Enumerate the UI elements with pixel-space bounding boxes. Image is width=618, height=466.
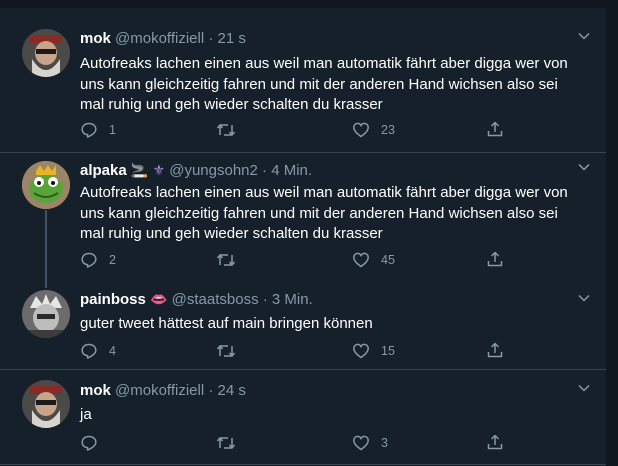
retweet-icon xyxy=(216,124,236,136)
tweet-text: guter tweet hättest auf main bringen kön… xyxy=(80,315,373,332)
display-name[interactable]: mok xyxy=(80,382,111,399)
retweet-button[interactable] xyxy=(216,121,247,139)
tweet-header: painboss 👄 @staatsboss · 3 Min. xyxy=(80,291,313,308)
share-button[interactable] xyxy=(486,433,504,451)
heart-icon xyxy=(353,435,369,451)
tweet-text: Autofreaks lachen einen aus weil man aut… xyxy=(80,184,568,242)
reply-icon xyxy=(81,252,97,268)
separator-dot: · xyxy=(262,162,268,179)
share-button[interactable] xyxy=(486,120,504,138)
display-name[interactable]: painboss xyxy=(80,291,146,308)
lips-icon: 👄 xyxy=(150,291,168,307)
share-button[interactable] xyxy=(486,250,504,268)
reply-button[interactable]: 2 xyxy=(80,251,116,269)
tweet[interactable]: mok @mokoffiziell · 21 s Autofreaks lach… xyxy=(0,8,606,153)
avatar[interactable] xyxy=(22,29,70,77)
tweet[interactable]: mok @mokoffiziell · 24 s ja 3 xyxy=(0,370,606,466)
timestamp[interactable]: 3 Min. xyxy=(272,291,313,308)
reply-count: 1 xyxy=(109,123,116,137)
separator-dot: · xyxy=(208,30,214,47)
separator-dot: · xyxy=(208,382,214,399)
chevron-down-icon[interactable] xyxy=(576,159,592,180)
like-button[interactable]: 3 xyxy=(352,434,388,452)
like-button[interactable]: 45 xyxy=(352,251,395,269)
retweet-icon xyxy=(216,345,236,357)
like-count: 15 xyxy=(381,344,395,358)
tweet[interactable]: painboss 👄 @staatsboss · 3 Min. guter tw… xyxy=(0,283,606,370)
top-strip xyxy=(0,0,618,8)
like-button[interactable]: 15 xyxy=(352,342,395,360)
retweet-button[interactable] xyxy=(216,434,247,452)
scrollbar-track[interactable] xyxy=(606,0,618,466)
retweet-icon xyxy=(216,437,236,449)
share-icon xyxy=(487,434,503,450)
like-count: 45 xyxy=(381,253,395,267)
tweet-header: mok @mokoffiziell · 21 s xyxy=(80,30,246,47)
share-icon xyxy=(487,342,503,358)
share-button[interactable] xyxy=(486,341,504,359)
like-count: 23 xyxy=(381,123,395,137)
reply-button[interactable]: 1 xyxy=(80,121,116,139)
display-name[interactable]: alpaka xyxy=(80,162,127,179)
avatar[interactable] xyxy=(22,161,70,209)
like-count: 3 xyxy=(381,436,388,450)
user-handle[interactable]: @mokoffiziell xyxy=(115,30,204,47)
heart-icon xyxy=(353,252,369,268)
reply-button[interactable]: 4 xyxy=(80,342,116,360)
retweet-icon xyxy=(216,254,236,266)
fleur-de-lis-icon: ⚜ xyxy=(152,162,166,178)
tweet-header: mok @mokoffiziell · 24 s xyxy=(80,382,246,399)
heart-icon xyxy=(353,343,369,359)
like-button[interactable]: 23 xyxy=(352,121,395,139)
tweet-divider xyxy=(0,464,606,465)
reply-button[interactable] xyxy=(80,434,109,452)
tweet-header: alpaka 🚬 ⚜ @yungsohn2 · 4 Min. xyxy=(80,162,312,179)
chevron-down-icon[interactable] xyxy=(576,28,592,49)
retweet-button[interactable] xyxy=(216,342,247,360)
cigarette-icon: 🚬 xyxy=(130,162,149,178)
share-icon xyxy=(487,121,503,137)
display-name[interactable]: mok xyxy=(80,30,111,47)
reply-icon xyxy=(81,435,97,451)
tweet[interactable]: alpaka 🚬 ⚜ @yungsohn2 · 4 Min. Autofreak… xyxy=(0,153,606,283)
user-handle[interactable]: @staatsboss xyxy=(172,291,259,308)
avatar[interactable] xyxy=(22,290,70,338)
user-handle[interactable]: @yungsohn2 xyxy=(169,162,258,179)
heart-icon xyxy=(353,122,369,138)
reply-count: 4 xyxy=(109,344,116,358)
tweet-text: ja xyxy=(80,406,92,423)
reply-count: 2 xyxy=(109,253,116,267)
reply-icon xyxy=(81,122,97,138)
avatar[interactable] xyxy=(22,380,70,428)
retweet-button[interactable] xyxy=(216,251,247,269)
timestamp[interactable]: 4 Min. xyxy=(271,162,312,179)
separator-dot: · xyxy=(262,291,268,308)
timestamp[interactable]: 24 s xyxy=(218,382,246,399)
reply-icon xyxy=(81,343,97,359)
tweet-text: Autofreaks lachen einen aus weil man aut… xyxy=(80,55,568,113)
user-handle[interactable]: @mokoffiziell xyxy=(115,382,204,399)
timestamp[interactable]: 21 s xyxy=(218,30,246,47)
share-icon xyxy=(487,251,503,267)
chevron-down-icon[interactable] xyxy=(576,380,592,401)
chevron-down-icon[interactable] xyxy=(576,290,592,311)
